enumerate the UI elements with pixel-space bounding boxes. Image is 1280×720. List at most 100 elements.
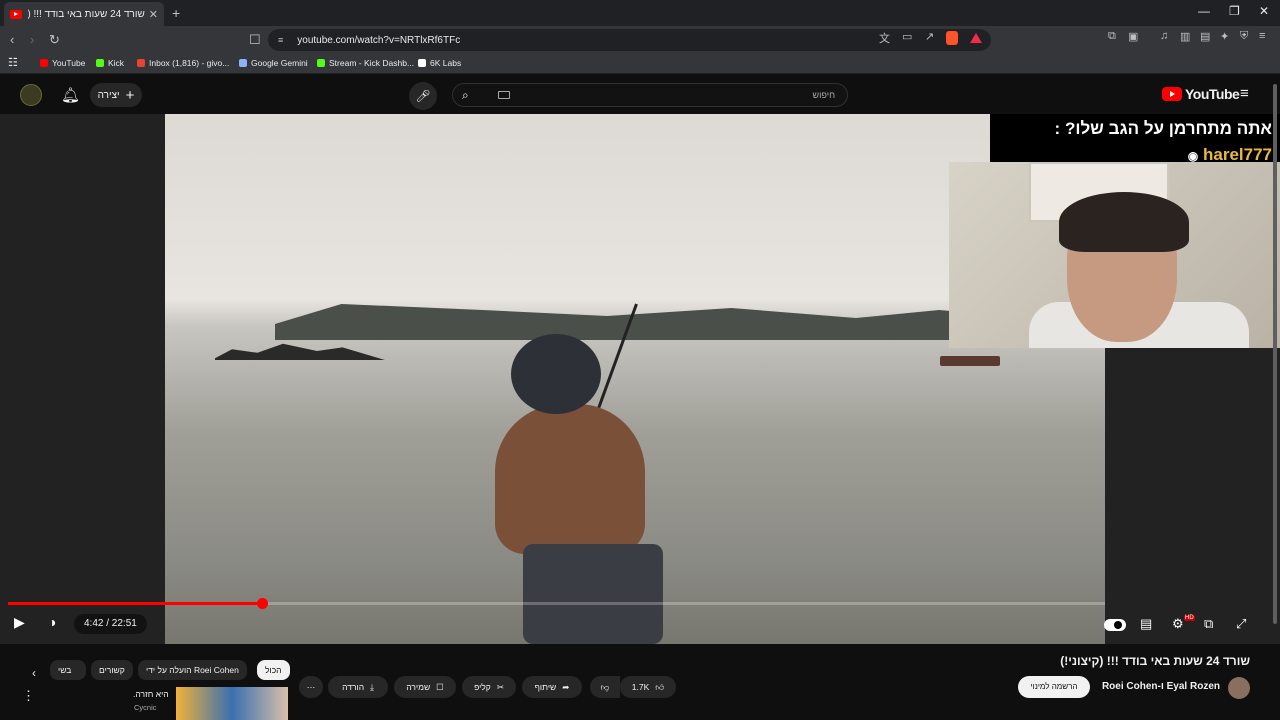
progress-scrubber[interactable] [256, 598, 268, 609]
brave-rewards-icon[interactable] [970, 33, 982, 43]
miniplayer-icon[interactable]: ⧉ [1204, 616, 1213, 632]
settings-gear-icon[interactable]: ⚙ [1172, 616, 1184, 632]
search-placeholder: חיפוש [812, 90, 835, 100]
subscribe-button[interactable]: הרשמה למינוי [1018, 676, 1090, 698]
chip-all[interactable]: הכול [257, 660, 290, 680]
maximize-button[interactable]: ❐ [1229, 4, 1240, 18]
site-info-icon[interactable]: ≡ [278, 35, 283, 45]
fisherman-shorts [523, 544, 663, 644]
bookmark-6k-labs[interactable]: 6K Labs [418, 58, 461, 68]
forward-icon[interactable]: › [30, 32, 34, 47]
bookmark-label: Stream - Kick Dashb... [329, 58, 415, 68]
search-input[interactable]: ⌕ חיפוש [452, 83, 848, 107]
close-window-button[interactable]: ✕ [1259, 4, 1269, 18]
more-actions-button[interactable]: ⋯ [299, 676, 323, 698]
clip-button[interactable]: קליפ ✂ [462, 676, 516, 698]
create-label: יצירה [97, 89, 120, 101]
bookmark-icon[interactable]: ☐ [249, 32, 261, 48]
account-avatar[interactable] [20, 84, 42, 106]
notifications-bell-icon[interactable]: 🔔︎ [61, 86, 80, 104]
wallet-icon[interactable]: ▤ [1200, 30, 1210, 43]
kick-icon [96, 59, 104, 67]
create-button[interactable]: יצירה + [90, 83, 142, 107]
like-button[interactable]: 1.7K 👍︎ [620, 676, 676, 698]
stream-chat-overlay: אתה מתחרמן על הגב שלו? : harel777 ◉ [990, 114, 1280, 164]
bookmark-inbox[interactable]: Inbox (1,816) - givo... [137, 58, 229, 68]
back-icon[interactable]: ‹ [10, 32, 14, 47]
progress-played [8, 602, 262, 605]
bookmark-label: 6K Labs [430, 58, 462, 68]
fullscreen-icon[interactable]: ⤢ [1236, 616, 1246, 632]
gemini-icon [239, 59, 247, 67]
recommended-title[interactable]: היא חזרה. [133, 689, 169, 699]
chip-related[interactable]: קשורים [91, 660, 133, 680]
voice-search-button[interactable]: 🎤︎ [409, 82, 437, 110]
bookmark-gemini[interactable]: Google Gemini [239, 58, 308, 68]
reload-icon[interactable]: ↻ [49, 32, 60, 48]
new-tab-button[interactable]: + [172, 5, 180, 21]
chip-recent[interactable]: בשי [50, 660, 86, 680]
apps-grid-icon[interactable]: ☷ [8, 56, 18, 69]
6k-labs-icon [418, 59, 426, 67]
media-icon[interactable]: ♫ [1160, 30, 1168, 42]
leo-ai-icon[interactable]: ✦ [1220, 30, 1229, 43]
guide-menu-icon[interactable]: ≡ [1240, 85, 1249, 102]
channel-name[interactable]: Eyal Rozen ו-Roei Cohen [1102, 681, 1220, 692]
share-icon[interactable]: ↗ [925, 30, 934, 43]
bookmark-kick-dashboard[interactable]: Stream - Kick Dashb... [317, 58, 414, 68]
play-button[interactable]: ▶ [14, 614, 25, 631]
bookmark-kick[interactable]: Kick [96, 58, 124, 68]
subtitles-icon[interactable]: ▤ [1140, 616, 1152, 632]
tab-close-icon[interactable]: ✕ [149, 8, 158, 21]
youtube-logo[interactable]: YouTube [1162, 86, 1240, 102]
chat-badge-icon: ◉ [1187, 149, 1199, 163]
channel-avatar[interactable] [1228, 677, 1250, 699]
kick-icon [317, 59, 325, 67]
bookmark-label: Inbox (1,816) - givo... [149, 58, 230, 68]
browser-tab-strip: שורד 24 שעות באי בודד !!! (קיצוני) ✕ + —… [0, 0, 1280, 26]
gmail-icon [137, 59, 145, 67]
search-icon[interactable]: ⌕ [462, 88, 469, 103]
extensions-icon[interactable]: ⧉ [1108, 30, 1116, 43]
download-label: הורדה [342, 682, 365, 692]
browser-toolbar: ‹ › ↻ ☐ ≡ youtube.com/watch?v=NRTlxRf6TF… [0, 26, 1280, 54]
time-display: 4:42 / 22:51 [74, 614, 147, 634]
minimize-button[interactable]: — [1198, 4, 1210, 18]
keyboard-icon[interactable] [498, 91, 510, 99]
cast-icon[interactable]: ▭ [902, 30, 912, 43]
recommended-channel[interactable]: Cycnic [134, 703, 157, 712]
video-title: שורד 24 שעות באי בודד !!! (קיצוני!) [1060, 654, 1250, 668]
like-count: 1.7K [631, 682, 650, 692]
youtube-play-logo-icon [1162, 87, 1182, 101]
progress-bar[interactable] [8, 598, 1105, 609]
recommended-thumbnail[interactable] [176, 687, 288, 720]
share-arrow-icon: ➦ [562, 682, 570, 692]
recommended-menu-icon[interactable]: ⋮ [22, 688, 35, 704]
download-button[interactable]: הורדה ⤓ [328, 676, 388, 698]
translate-icon[interactable]: 文 [879, 30, 890, 46]
autoplay-toggle[interactable] [1104, 619, 1126, 631]
url-text: youtube.com/watch?v=NRTlxRf6TFc [297, 34, 461, 46]
fisherman-hat [511, 334, 601, 414]
scrollbar-thumb[interactable] [1273, 84, 1277, 624]
more-icon: ⋯ [306, 682, 316, 692]
streamer-webcam [949, 162, 1280, 348]
vpn-icon[interactable]: ⛨ [1240, 30, 1248, 43]
video-player[interactable]: אתה מתחרמן על הגב שלו? : harel777 ◉ ▶ ◑ … [0, 114, 1280, 644]
dislike-button[interactable]: 👎︎ [590, 676, 620, 698]
browser-menu-icon[interactable]: ≡ [1259, 30, 1265, 42]
chat-separator: : [1054, 119, 1061, 138]
video-rocks [215, 343, 385, 360]
save-button[interactable]: שמירה ☐ [394, 676, 456, 698]
brave-shields-icon[interactable] [946, 31, 958, 45]
volume-icon[interactable]: ◑ [48, 614, 56, 630]
screenshot-icon[interactable]: ▣ [1128, 30, 1138, 43]
video-info-area: שורד 24 שעות באי בודד !!! (קיצוני!) Eyal… [0, 644, 1280, 720]
browser-tab-active[interactable]: שורד 24 שעות באי בודד !!! (קיצוני) ✕ [4, 2, 164, 26]
chip-uploaded-by[interactable]: הועלה על ידי Roei Cohen [138, 660, 247, 680]
page-scrollbar[interactable] [1272, 80, 1278, 720]
bookmark-youtube[interactable]: YouTube [40, 58, 85, 68]
chevron-left-icon[interactable]: ‹ [32, 666, 36, 680]
share-button[interactable]: שיתוף ➦ [522, 676, 582, 698]
sidebar-icon[interactable]: ▥ [1180, 30, 1190, 43]
